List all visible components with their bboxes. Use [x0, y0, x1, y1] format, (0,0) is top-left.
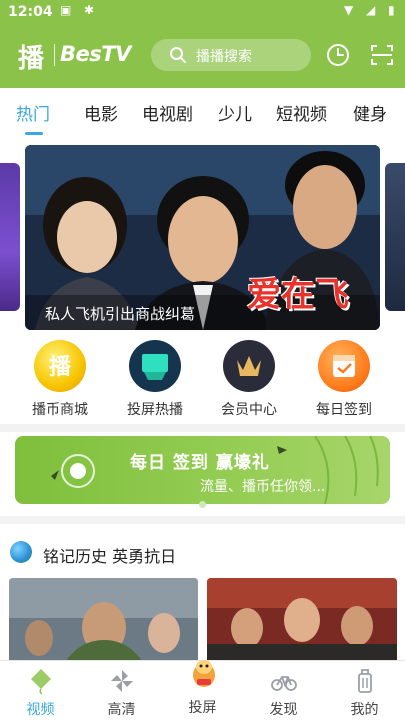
quick-entry-label: 会员中心: [221, 402, 277, 418]
quick-entry-daily-checkin[interactable]: 每日签到: [304, 338, 384, 424]
tab-fitness[interactable]: 健身: [353, 100, 387, 125]
logo-mark: 播: [18, 44, 45, 74]
scan-icon[interactable]: [368, 41, 396, 69]
featured-banner[interactable]: 爱在飞 私人飞机引出商战纠葛: [25, 145, 380, 330]
status-time: 12:04: [8, 4, 53, 20]
top-bar: 12:04 ▣ ✱ ▼ ◢ ▮ 播 BesTV 播播搜索: [0, 0, 405, 88]
bug-icon: ✱: [84, 3, 95, 17]
history-clock-icon[interactable]: [324, 41, 352, 69]
bicycle-icon: [271, 676, 297, 691]
video-thumbnail[interactable]: [9, 578, 198, 664]
quick-entry-label: 投屏热播: [127, 402, 183, 418]
battery-icon: ▮: [388, 3, 395, 17]
signin-subline: 流量、播币任你领...: [200, 479, 326, 495]
tab-tv-series[interactable]: 电视剧: [142, 100, 193, 125]
nav-discover[interactable]: 发现: [243, 661, 324, 720]
search-box[interactable]: 播播搜索: [151, 39, 311, 71]
carousel-page-dot: [199, 501, 206, 508]
member-crown-icon: [223, 340, 275, 392]
nav-label: 发现: [269, 702, 298, 718]
nav-label: 高清: [107, 702, 136, 718]
signin-dot-icon: [70, 463, 86, 479]
search-icon: [170, 47, 186, 63]
nav-hd[interactable]: 高清: [81, 661, 162, 720]
banner-title-art: 爱在飞: [247, 275, 349, 315]
svg-text:播: 播: [49, 355, 72, 380]
nav-mine[interactable]: 我的: [324, 661, 405, 720]
nav-cast[interactable]: 投屏: [162, 660, 243, 720]
quick-entry-row: 播 播币商城 投屏热播 会员中心 每日签到: [0, 338, 405, 424]
quick-entry-member-center[interactable]: 会员中心: [209, 338, 289, 424]
nav-label: 投屏: [188, 700, 217, 716]
banner-next-peek[interactable]: [385, 163, 405, 311]
quick-entry-label: 播币商城: [32, 402, 88, 418]
daily-signin-banner[interactable]: 每日 签到 赢壕礼 流量、播币任你领...: [15, 436, 390, 504]
section-header: 铭记历史 英勇抗日: [0, 532, 405, 572]
video-kite-icon: [31, 669, 51, 695]
bottom-navigation: 视频 高清 投屏 发现 我的: [0, 660, 405, 720]
signin-headline: 每日 签到 赢壕礼: [130, 453, 270, 473]
section-title: 铭记历史 英勇抗日: [43, 547, 177, 566]
video-thumbnail[interactable]: [207, 578, 397, 664]
status-bar: 12:04 ▣ ✱ ▼ ◢ ▮: [0, 0, 405, 26]
luggage-icon: [358, 669, 372, 693]
logo-text: BesTV: [60, 42, 131, 66]
banner-caption: 私人飞机引出商战纠葛: [45, 305, 196, 323]
calendar-checkin-icon: [318, 340, 370, 392]
quick-entry-cast-hot[interactable]: 投屏热播: [115, 338, 195, 424]
quick-entry-label: 每日签到: [316, 402, 372, 418]
notification-icon: ▣: [60, 3, 72, 17]
coin-icon: 播: [34, 340, 86, 392]
quick-entry-coin-mall[interactable]: 播 播币商城: [20, 338, 100, 424]
banner-prev-peek[interactable]: [0, 163, 20, 311]
cast-mascot-icon: [193, 660, 215, 687]
nav-video[interactable]: 视频: [0, 661, 81, 720]
wifi-icon: ▼: [344, 3, 354, 17]
tab-movie[interactable]: 电影: [84, 100, 118, 125]
app-header: 播 BesTV 播播搜索: [0, 34, 405, 78]
active-tab-indicator: [25, 132, 43, 135]
globe-icon: [10, 541, 32, 563]
tab-short-video[interactable]: 短视频: [276, 100, 327, 125]
category-tabs: 热门 电影 电视剧 少儿 短视频 健身: [0, 88, 405, 136]
tab-hot[interactable]: 热门: [16, 100, 50, 125]
thumbnail-image: [9, 578, 198, 664]
thumbnail-image: [207, 578, 397, 664]
app-screen: 12:04 ▣ ✱ ▼ ◢ ▮ 播 BesTV 播播搜索 热门 电影 电视剧 少…: [0, 0, 405, 720]
tab-kids[interactable]: 少儿: [218, 100, 252, 125]
logo-divider: [54, 44, 55, 66]
section-divider: [0, 424, 405, 432]
signal-icon: ◢: [366, 3, 376, 17]
pinwheel-icon: [111, 670, 133, 692]
cast-screen-icon: [129, 340, 181, 392]
nav-label: 视频: [26, 702, 55, 718]
search-placeholder: 播播搜索: [196, 49, 252, 65]
section-divider: [0, 516, 405, 524]
nav-label: 我的: [350, 702, 379, 718]
